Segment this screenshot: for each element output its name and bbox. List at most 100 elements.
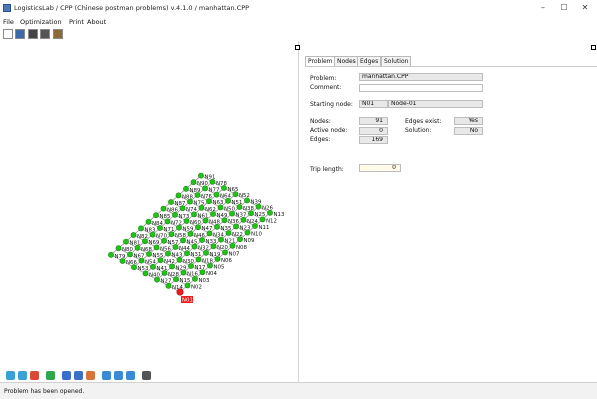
graph-node-label: N47	[202, 226, 213, 232]
delete-icon[interactable]	[40, 29, 50, 39]
close-button[interactable]: ✕	[578, 3, 592, 13]
graph-node-label: N18	[202, 258, 213, 264]
graph-node-label: N73	[179, 214, 190, 220]
edges-label: Edges:	[310, 136, 331, 143]
graph-node-label: N77	[209, 187, 220, 193]
print-map-icon[interactable]	[142, 371, 151, 380]
minimize-button[interactable]: –	[536, 3, 550, 13]
trip-length-field: 0	[359, 164, 401, 172]
graph-node-n89[interactable]	[183, 185, 189, 192]
edit-edge-icon[interactable]	[74, 371, 83, 380]
menu-file[interactable]: File	[3, 18, 14, 26]
comment-field[interactable]	[359, 84, 483, 92]
graph-node-label: N64	[220, 194, 231, 200]
graph-node-label: N06	[221, 258, 232, 264]
graph-node-label: N78	[216, 181, 227, 187]
graph-node-label: N09	[244, 238, 255, 244]
graph-node-label: N23	[240, 225, 251, 231]
graph-node-label: N76	[201, 194, 212, 200]
graph-node-n82[interactable]	[130, 232, 137, 238]
graph-node-label: N58	[175, 233, 186, 239]
graph-node-n90[interactable]	[190, 179, 197, 186]
print-icon[interactable]	[53, 29, 63, 39]
graph-node-label: N13	[274, 212, 285, 218]
graph-node-label: N15	[180, 278, 191, 284]
graph-node-label: N69	[149, 240, 160, 246]
tab-solution[interactable]: Solution	[381, 56, 412, 66]
zoom-out-icon[interactable]	[114, 371, 123, 380]
save-icon[interactable]	[28, 29, 38, 39]
starting-node-label: Starting node:	[310, 101, 353, 108]
graph-node-label: N30	[183, 259, 194, 265]
graph-canvas[interactable]: N01 N02 N03 N04 N05 N06 N07 N08 N09 N10 N11 N12 N13 N…	[0, 41, 299, 382]
zoom-in-icon[interactable]	[102, 371, 111, 380]
graph-node-label: N41	[157, 266, 168, 272]
graph-node-label: N51	[232, 200, 243, 206]
nodes-label: Nodes:	[310, 118, 331, 125]
graph-node-label: N72	[171, 220, 182, 226]
graph-node-n79[interactable]	[108, 251, 114, 258]
graph-node-n84[interactable]	[145, 218, 152, 225]
menu-about[interactable]: About	[87, 18, 106, 26]
problem-field[interactable]: manhattan.CPP	[359, 73, 483, 81]
starting-node-name-field[interactable]: Node-01	[388, 100, 483, 108]
graph-node-label: N45	[187, 239, 198, 245]
open-file-icon[interactable]	[15, 29, 25, 39]
graph-tools-bar	[6, 370, 166, 382]
status-text: Problem has been opened.	[4, 388, 85, 395]
graph-node-label: N62	[205, 207, 216, 213]
graph-node-n88[interactable]	[175, 192, 182, 199]
graph-node-label: N70	[156, 234, 167, 240]
graph-node-label: N04	[206, 271, 217, 277]
graph-node-label: N88	[182, 194, 193, 200]
menu-print[interactable]: Print	[69, 18, 84, 26]
menu-optimization[interactable]: Optimization	[20, 18, 62, 26]
graph-node-label: N35	[221, 226, 232, 232]
fit-view-icon[interactable]	[126, 371, 135, 380]
starting-node-id-field[interactable]: N01	[359, 100, 388, 108]
graph-node-label: N63	[213, 200, 224, 206]
find-node-icon[interactable]	[46, 371, 55, 380]
graph-node-label: N12	[266, 218, 277, 224]
graph-node-label: N20	[217, 245, 228, 251]
graph-node-n91[interactable]	[198, 172, 204, 179]
graph-node-label: N29	[176, 265, 187, 271]
graph-node-label: N75	[194, 201, 205, 207]
delete-node-icon[interactable]	[30, 371, 39, 380]
graph-node-label: N07	[229, 251, 240, 257]
graph-node-label: N67	[134, 253, 145, 259]
tab-nodes[interactable]: Nodes	[334, 56, 359, 66]
window-title: LogisticsLab / CPP (Chinese postman prob…	[14, 4, 250, 12]
graph-node-label: N28	[168, 272, 179, 278]
add-node-icon[interactable]	[18, 371, 27, 380]
graph-node-label: N86	[167, 208, 178, 214]
tab-edges[interactable]: Edges	[357, 56, 382, 66]
graph-node-label: N17	[195, 265, 206, 271]
delete-edge-icon[interactable]	[86, 371, 95, 380]
graph-node-label: N49	[217, 213, 228, 219]
graph-node-label: N89	[190, 188, 201, 194]
graph-node-label: N71	[164, 227, 175, 233]
graph-node-label: N31	[191, 252, 202, 258]
new-file-icon[interactable]	[3, 29, 13, 39]
graph-node-n80[interactable]	[115, 245, 122, 252]
panel-maximize-icon-right[interactable]	[591, 45, 596, 50]
graph-node-n86[interactable]	[160, 205, 167, 212]
graph-svg[interactable]: N01N02N03N04N05N06N07N08N09N10N11N12N13N…	[0, 41, 299, 370]
graph-node-label: N02	[191, 284, 202, 290]
graph-node-n81[interactable]	[123, 238, 129, 245]
graph-node-n85[interactable]	[153, 212, 159, 219]
maximize-button[interactable]: ☐	[557, 3, 571, 13]
graph-node-label: N50	[224, 206, 235, 212]
graph-node-label: N40	[149, 272, 160, 278]
graph-node-n83[interactable]	[138, 225, 144, 232]
graph-node-n87[interactable]	[168, 199, 174, 205]
graph-node-label: N60	[190, 220, 201, 226]
add-edge-icon[interactable]	[62, 371, 71, 380]
select-node-icon[interactable]	[6, 371, 15, 380]
graph-node-label: N43	[172, 253, 183, 259]
graph-node-label: N83	[145, 227, 156, 233]
graph-node-label: N19	[210, 252, 221, 258]
graph-node-label: N05	[214, 265, 225, 271]
title-bar: LogisticsLab / CPP (Chinese postman prob…	[0, 0, 597, 16]
